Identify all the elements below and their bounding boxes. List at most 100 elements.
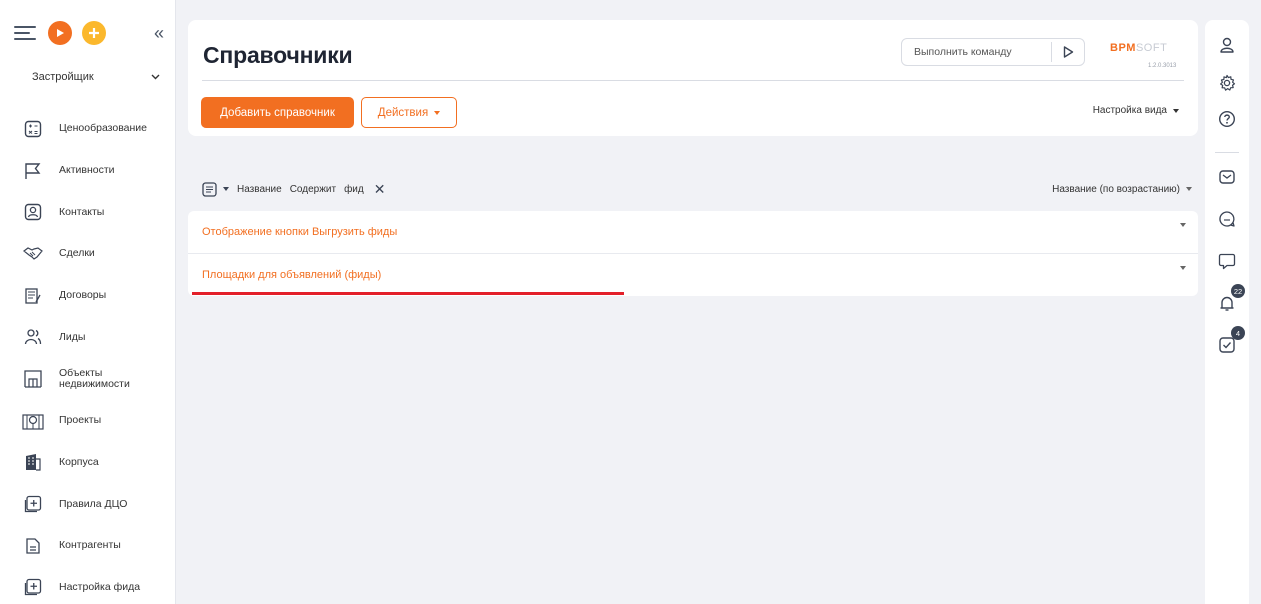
filter-list-icon[interactable] — [202, 181, 217, 197]
sidebar-item-label: Правила ДЦО — [59, 497, 128, 510]
sidebar-item-label: Корпуса — [59, 455, 99, 468]
sidebar-item-feed-settings[interactable]: Настройка фида — [0, 567, 176, 604]
email-button[interactable] — [1216, 166, 1238, 188]
profile-button[interactable] — [1216, 34, 1238, 56]
caret-down-icon[interactable] — [223, 187, 229, 191]
flag-icon — [25, 162, 41, 179]
tasks-badge: 4 — [1231, 326, 1245, 340]
sidebar-item-buildings[interactable]: Корпуса — [0, 442, 176, 484]
page-title: Справочники — [203, 42, 353, 68]
sidebar-item-label: Настройка фида — [59, 580, 141, 593]
right-communication-panel: 22 4 — [1205, 20, 1249, 604]
list-item[interactable]: Площадки для объявлений (фиды) — [188, 253, 1198, 295]
left-sidebar: « Застройщик Ценообразование Активности … — [0, 0, 176, 604]
sidebar-item-label: Договоры — [59, 289, 107, 302]
logo-soft: SOFT — [1135, 42, 1168, 54]
feed-settings-icon — [24, 579, 42, 596]
sidebar-item-label: Сделки — [59, 247, 95, 260]
building-icon — [26, 454, 41, 471]
list-item[interactable]: Отображение кнопки Выгрузить фиды — [188, 211, 1198, 253]
sidebar-item-label: Контрагенты — [59, 539, 121, 552]
sidebar-item-label: Ценообразование — [59, 122, 147, 135]
chat-icon — [1219, 211, 1235, 227]
actions-label: Действия — [377, 106, 429, 119]
filter-operator[interactable]: Содержит — [290, 184, 336, 195]
tasks-button[interactable]: 4 — [1216, 326, 1245, 356]
collapse-sidebar-icon[interactable]: « — [154, 23, 164, 44]
title-divider — [202, 80, 1184, 81]
workplace-label: Застройщик — [32, 71, 94, 83]
comment-icon — [1218, 253, 1236, 270]
add-lookup-button[interactable]: Добавить справочник — [201, 97, 354, 128]
view-settings-button[interactable]: Настройка вида — [1093, 105, 1179, 116]
workplace-select[interactable]: Застройщик — [14, 64, 164, 90]
notifications-button[interactable]: 22 — [1216, 284, 1245, 314]
sidebar-item-leads[interactable]: Лиды — [0, 316, 176, 358]
help-button[interactable] — [1216, 108, 1238, 130]
leads-icon — [24, 329, 42, 345]
sidebar-item-label: Проекты — [59, 414, 102, 427]
sidebar-item-label: Контакты — [59, 205, 105, 218]
command-line — [901, 38, 1085, 66]
handshake-icon — [23, 247, 43, 260]
highlight-underline — [192, 292, 624, 295]
run-process-button[interactable] — [48, 21, 72, 45]
right-panel-divider — [1215, 152, 1239, 153]
clear-filter-icon[interactable]: ✕ — [374, 181, 386, 198]
sidebar-item-accounts[interactable]: Контрагенты — [0, 525, 176, 567]
help-icon — [1218, 110, 1236, 128]
actions-button[interactable]: Действия — [361, 97, 457, 128]
filter-value[interactable]: фид — [344, 184, 364, 195]
pricing-icon — [24, 120, 42, 138]
sidebar-item-properties[interactable]: Объекты недвижимости — [0, 358, 176, 400]
plus-icon — [89, 28, 99, 38]
sort-label: Название (по возрастанию) — [1052, 183, 1180, 195]
sort-selector[interactable]: Название (по возрастанию) — [1052, 184, 1192, 195]
menu-icon[interactable] — [14, 24, 36, 42]
sidebar-nav: Ценообразование Активности Контакты Сдел… — [0, 108, 176, 604]
version-label: 1.2.0.3013 — [1148, 63, 1177, 69]
logo-main: BPM — [1110, 42, 1136, 54]
sidebar-item-label: Активности — [59, 164, 115, 177]
list-item-title[interactable]: Отображение кнопки Выгрузить фиды — [202, 226, 397, 238]
property-icon — [24, 370, 42, 388]
caret-down-icon — [434, 110, 441, 115]
execute-command-button[interactable] — [1052, 46, 1084, 58]
sidebar-item-pricing[interactable]: Ценообразование — [0, 108, 176, 150]
sidebar-item-label: Объекты недвижимости — [59, 366, 130, 390]
sidebar-item-deals[interactable]: Сделки — [0, 233, 176, 275]
list-item-title[interactable]: Площадки для объявлений (фиды) — [202, 269, 381, 281]
user-icon — [1220, 37, 1234, 53]
caret-down-icon — [1173, 108, 1179, 113]
play-icon — [57, 29, 64, 37]
page-header-card: Справочники BPMSOFT 1.2.0.3013 Добавить … — [188, 20, 1198, 136]
chevron-down-icon — [151, 74, 160, 80]
contact-icon — [24, 204, 42, 221]
filter-field[interactable]: Название — [237, 184, 282, 195]
system-settings-button[interactable] — [1216, 72, 1238, 94]
rules-icon — [24, 495, 42, 513]
sidebar-item-activities[interactable]: Активности — [0, 150, 176, 192]
play-outline-icon — [1063, 46, 1073, 58]
command-input[interactable] — [902, 46, 1051, 58]
brand-logo: BPMSOFT — [1110, 42, 1167, 54]
notifications-badge: 22 — [1231, 284, 1245, 298]
quick-add-button[interactable] — [82, 21, 106, 45]
gear-icon — [1220, 74, 1236, 91]
lookup-list: Отображение кнопки Выгрузить фиды Площад… — [188, 211, 1198, 296]
mail-icon — [1219, 170, 1235, 184]
filter-bar: Название Содержит фид ✕ Название (по воз… — [202, 180, 1192, 198]
chat-button[interactable] — [1216, 208, 1238, 230]
sidebar-item-contracts[interactable]: Договоры — [0, 275, 176, 317]
sidebar-item-contacts[interactable]: Контакты — [0, 191, 176, 233]
accounts-icon — [26, 538, 40, 554]
feed-button[interactable] — [1216, 250, 1238, 272]
caret-down-icon[interactable] — [1180, 223, 1186, 227]
caret-down-icon[interactable] — [1180, 266, 1186, 270]
sidebar-item-dco-rules[interactable]: Правила ДЦО — [0, 483, 176, 525]
caret-down-icon — [1186, 187, 1192, 191]
sidebar-item-label: Лиды — [59, 330, 86, 343]
sidebar-top-bar: « — [14, 18, 164, 48]
contract-icon — [25, 287, 41, 304]
sidebar-item-projects[interactable]: Проекты — [0, 400, 176, 442]
